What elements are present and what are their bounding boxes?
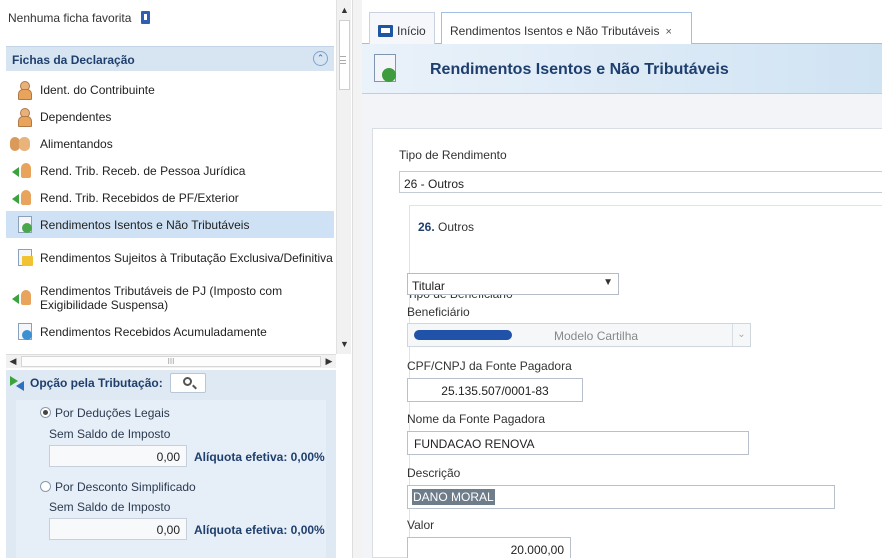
nome-fonte-label: Nome da Fonte Pagadora: [407, 412, 546, 426]
select-value: Titular: [412, 279, 445, 293]
tab-label: Início: [397, 24, 426, 38]
aliquota-efetiva: Alíquota efetiva: 0,00%: [194, 523, 325, 537]
person-icon: [16, 107, 32, 127]
nome-fonte-field[interactable]: FUNDACAO RENOVA: [407, 431, 749, 455]
radio-label: Por Desconto Simplificado: [55, 480, 196, 494]
tab-inicio[interactable]: Início: [369, 12, 435, 44]
valor-label: Valor: [407, 518, 435, 532]
aliquota-efetiva: Alíquota efetiva: 0,00%: [194, 450, 325, 464]
section-number: 26.: [418, 220, 435, 234]
tipo-rendimento-field[interactable]: 26 - Outros: [399, 171, 882, 193]
sidebar-item-rend-trib-pj[interactable]: Rend. Trib. Receb. de Pessoa Jurídica: [6, 157, 334, 184]
sidebar-item-label: Rendimentos Isentos e Não Tributáveis: [40, 217, 250, 232]
scroll-thumb[interactable]: [339, 20, 350, 90]
scroll-thumb-horizontal[interactable]: III: [21, 356, 321, 367]
saldo-label: Sem Saldo de Imposto: [49, 427, 171, 441]
document-arrow-icon: [16, 322, 32, 341]
valor-field[interactable]: 20.000,00: [407, 537, 571, 558]
chevron-down-icon[interactable]: ▼: [603, 277, 613, 288]
close-icon[interactable]: ×: [665, 26, 671, 38]
sidebar-item-dependentes[interactable]: Dependentes: [6, 103, 334, 130]
tributacao-options: Por Deduções Legais Sem Saldo de Imposto…: [16, 400, 326, 558]
sidebar-item-label: Rendimentos Tributáveis de PJ (Imposto c…: [40, 284, 283, 312]
beneficiario-label: Beneficiário: [407, 305, 470, 319]
chevron-down-icon[interactable]: ⌄: [732, 324, 750, 346]
sidebar-item-rend-acumuladamente[interactable]: Rendimentos Recebidos Acumuladamente: [6, 318, 334, 345]
sidebar-item-rend-isentos[interactable]: Rendimentos Isentos e Não Tributáveis: [6, 211, 334, 238]
descricao-value: DANO MORAL: [412, 489, 495, 505]
scroll-right-icon[interactable]: ▶: [322, 355, 336, 368]
sidebar-horizontal-scrollbar[interactable]: ◀ III ▶: [6, 354, 336, 368]
sidebar-item-alimentandos[interactable]: Alimentandos: [6, 130, 334, 157]
exchange-arrows-icon: [10, 376, 26, 391]
home-icon: [378, 25, 393, 37]
descricao-field[interactable]: DANO MORAL: [407, 485, 835, 509]
scroll-left-icon[interactable]: ◀: [6, 355, 20, 368]
sidebar-item-label: Alimentandos: [40, 136, 113, 151]
sidebar-vertical-scrollbar[interactable]: ▲ ▼: [336, 0, 351, 354]
cnpj-field[interactable]: 25.135.507/0001-83: [407, 378, 583, 402]
redacted-name: [414, 330, 512, 340]
section-name: Outros: [438, 220, 475, 234]
sidebar-item-rend-exigibilidade-suspensa[interactable]: Rendimentos Tributáveis de PJ (Imposto c…: [6, 278, 334, 318]
scroll-down-icon[interactable]: ▼: [339, 338, 350, 350]
menu-grip-icon[interactable]: [340, 56, 346, 64]
document-check-icon: [16, 215, 32, 234]
sidebar-item-label: Dependentes: [40, 109, 112, 124]
tipo-rendimento-label: Tipo de Rendimento: [399, 148, 507, 162]
radio-desconto-simplificado[interactable]: Por Desconto Simplificado: [40, 480, 196, 494]
fichas-menu: Ident. do Contribuinte Dependentes Alime…: [6, 76, 334, 345]
cnpj-label: CPF/CNPJ da Fonte Pagadora: [407, 359, 572, 373]
tributacao-header: Opção pela Tributação:: [6, 370, 336, 396]
people-icon: [10, 135, 32, 153]
sidebar-item-label: Rendimentos Sujeitos à Tributação Exclus…: [40, 251, 333, 265]
tab-label: Rendimentos Isentos e Não Tributáveis: [450, 24, 660, 38]
fichas-section-title: Fichas da Declaração: [12, 53, 135, 67]
search-button[interactable]: [170, 373, 206, 393]
tributacao-panel: Opção pela Tributação: Por Deduções Lega…: [6, 370, 336, 558]
descricao-label: Descrição: [407, 466, 461, 480]
arrow-person-icon: [12, 189, 32, 207]
form-area: Tipo de Rendimento 26 - Outros 26. Outro…: [362, 94, 882, 558]
favorites-text: Nenhuma ficha favorita: [8, 11, 132, 25]
radio-label: Por Deduções Legais: [55, 406, 170, 420]
sidebar-item-rend-trib-pf-exterior[interactable]: Rend. Trib. Recebidos de PF/Exterior: [6, 184, 334, 211]
document-warning-icon: [16, 249, 33, 267]
document-check-icon: [374, 54, 398, 84]
favorites-bar: Nenhuma ficha favorita: [0, 0, 336, 42]
sidebar-item-ident-contribuinte[interactable]: Ident. do Contribuinte: [6, 76, 334, 103]
arrow-document-warning-icon: [12, 289, 32, 307]
double-chevron-up-icon[interactable]: ⌃: [313, 51, 328, 66]
sidebar-item-label: Rendimentos Recebidos Acumuladamente: [40, 324, 267, 339]
sidebar-item-label: Rend. Trib. Receb. de Pessoa Jurídica: [40, 163, 246, 178]
radio-deducoes-legais[interactable]: Por Deduções Legais: [40, 406, 170, 420]
scroll-up-icon[interactable]: ▲: [339, 4, 350, 16]
beneficiario-select[interactable]: Modelo Cartilha ⌄: [407, 323, 751, 347]
section-heading: 26. Outros: [418, 220, 474, 234]
tab-rendimentos-isentos[interactable]: Rendimentos Isentos e Não Tributáveis ×: [441, 12, 692, 45]
page-header: Rendimentos Isentos e Não Tributáveis: [362, 44, 882, 94]
saldo-label: Sem Saldo de Imposto: [49, 500, 171, 514]
fichas-section-header[interactable]: Fichas da Declaração ⌃: [6, 46, 334, 71]
form-card: Tipo de Rendimento 26 - Outros 26. Outro…: [372, 128, 882, 558]
page-title: Rendimentos Isentos e Não Tributáveis: [430, 61, 729, 78]
radio-button[interactable]: [40, 407, 51, 418]
saldo-value-field: 0,00: [49, 518, 187, 540]
tipo-beneficiario-select[interactable]: Titular ▼: [407, 273, 619, 295]
sidebar-item-label: Ident. do Contribuinte: [40, 82, 155, 97]
search-icon: [183, 377, 192, 386]
tributacao-title: Opção pela Tributação:: [30, 376, 163, 390]
bookmark-icon[interactable]: [140, 11, 150, 24]
left-panel: Nenhuma ficha favorita Fichas da Declara…: [0, 0, 352, 558]
beneficiario-value: Modelo Cartilha: [554, 329, 639, 343]
person-icon: [16, 80, 32, 100]
radio-button[interactable]: [40, 481, 51, 492]
sidebar-item-label: Rend. Trib. Recebidos de PF/Exterior: [40, 190, 239, 205]
tab-strip: Início Rendimentos Isentos e Não Tributá…: [362, 0, 882, 45]
tab-bar: Início Rendimentos Isentos e Não Tributá…: [362, 12, 882, 45]
arrow-person-icon: [12, 162, 32, 180]
panel-splitter[interactable]: [352, 0, 362, 558]
saldo-value-field: 0,00: [49, 445, 187, 467]
sidebar-item-rend-exclusiva[interactable]: Rendimentos Sujeitos à Tributação Exclus…: [6, 238, 334, 278]
